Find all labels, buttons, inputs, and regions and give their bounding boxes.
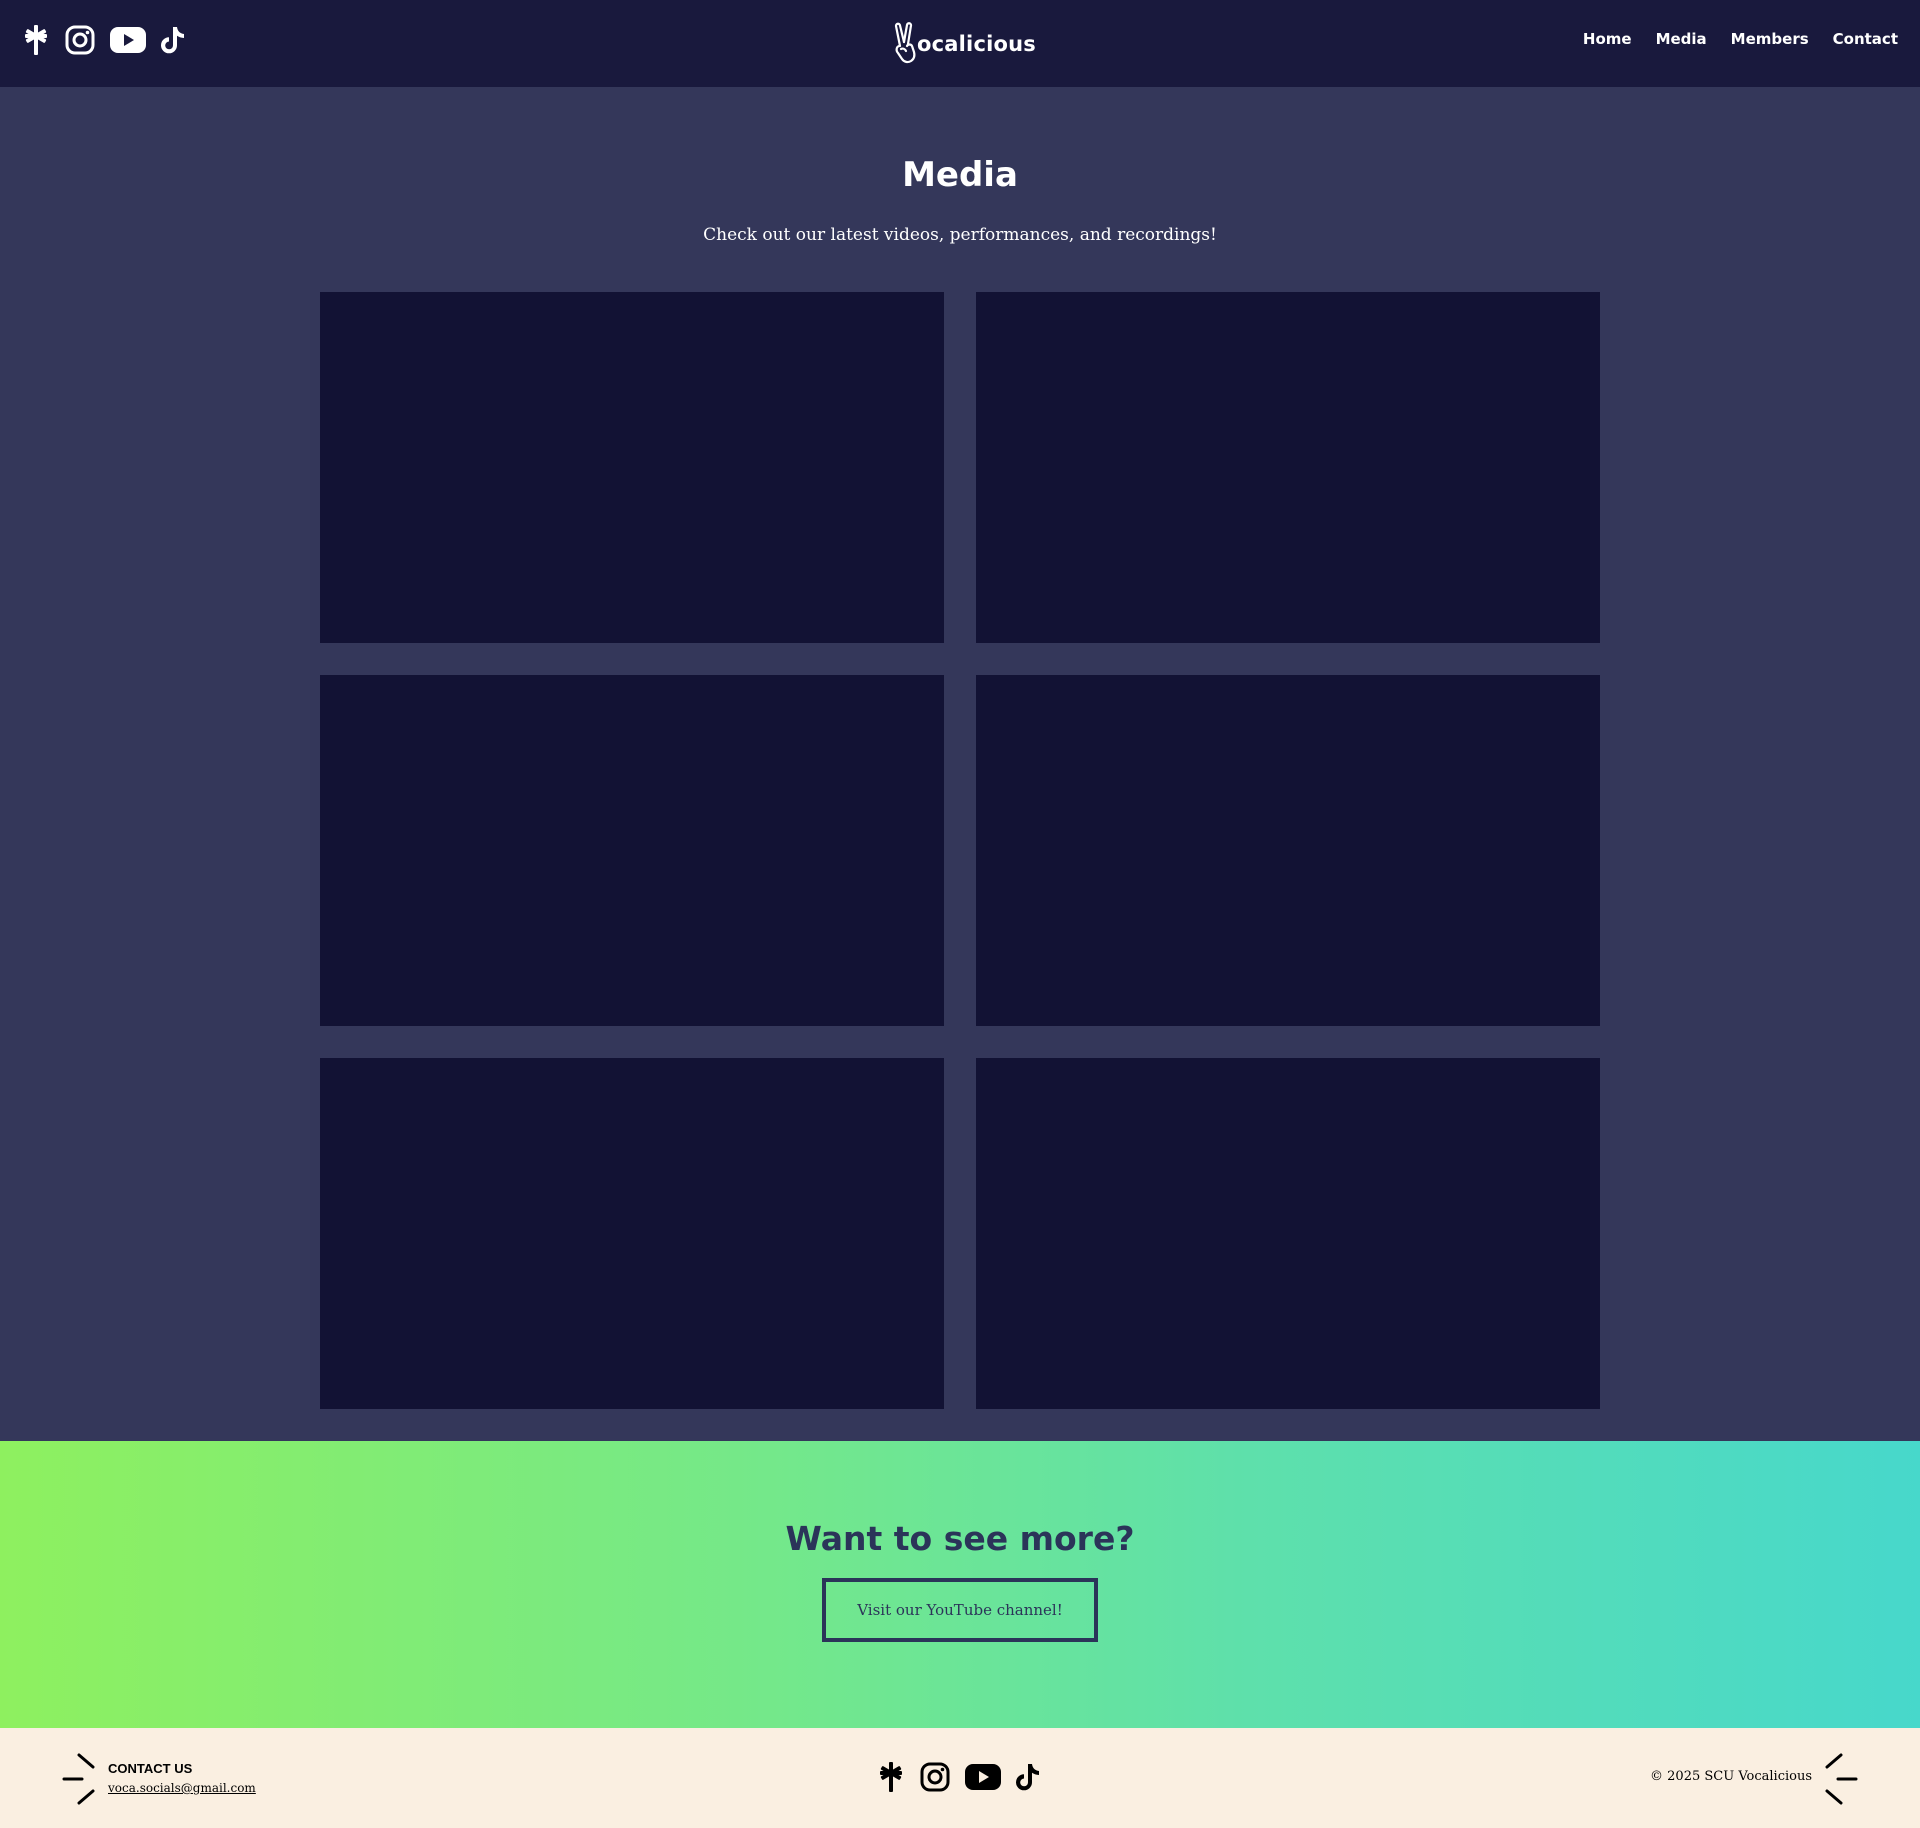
site-logo[interactable]: ocalicious: [893, 22, 1036, 64]
media-video-tile[interactable]: [320, 292, 944, 643]
main-nav: Home Media Members Contact: [1583, 30, 1898, 48]
media-video-tile[interactable]: [320, 675, 944, 1026]
nav-contact[interactable]: Contact: [1833, 30, 1898, 48]
youtube-icon: [965, 1764, 1001, 1790]
footer-social-links: [879, 1761, 1041, 1798]
site-footer: CONTACT US voca.socials@gmail.com © 2025…: [0, 1728, 1920, 1828]
linktree-link[interactable]: [879, 1761, 903, 1798]
instagram-icon: [65, 25, 95, 55]
linktree-icon: [25, 25, 47, 55]
logo-text: ocalicious: [917, 31, 1036, 56]
instagram-link[interactable]: [65, 25, 95, 60]
tiktok-link[interactable]: [160, 25, 186, 60]
media-video-tile[interactable]: [976, 675, 1600, 1026]
nav-members[interactable]: Members: [1731, 30, 1809, 48]
media-video-tile[interactable]: [320, 1058, 944, 1409]
cta-title: Want to see more?: [785, 1519, 1135, 1558]
contact-label: CONTACT US: [108, 1761, 193, 1776]
contact-email-link[interactable]: voca.socials@gmail.com: [108, 1781, 256, 1795]
linktree-link[interactable]: [24, 24, 48, 61]
tiktok-icon: [1016, 1764, 1039, 1791]
linktree-icon: [880, 1762, 902, 1792]
media-video-tile[interactable]: [976, 1058, 1600, 1409]
tiktok-link[interactable]: [1015, 1762, 1041, 1797]
site-header: ocalicious Home Media Members Contact: [0, 0, 1920, 87]
page-title: Media: [902, 155, 1018, 195]
youtube-link[interactable]: [110, 26, 146, 59]
burst-left-icon: [62, 1753, 95, 1805]
burst-right-icon: [1825, 1753, 1858, 1805]
copyright-text: © 2025 SCU Vocalicious: [1650, 1769, 1812, 1784]
media-grid: [320, 292, 1600, 1409]
media-video-tile[interactable]: [976, 292, 1600, 643]
cta-section: Want to see more? Visit our YouTube chan…: [0, 1441, 1920, 1728]
nav-home[interactable]: Home: [1583, 30, 1632, 48]
instagram-icon: [920, 1762, 950, 1792]
instagram-link[interactable]: [920, 1762, 950, 1797]
tiktok-icon: [161, 27, 184, 54]
youtube-link[interactable]: [965, 1763, 1001, 1796]
page-subtitle: Check out our latest videos, performance…: [703, 225, 1217, 245]
nav-media[interactable]: Media: [1656, 30, 1707, 48]
youtube-icon: [110, 27, 146, 53]
youtube-channel-button[interactable]: Visit our YouTube channel!: [822, 1578, 1098, 1642]
header-social-links: [24, 24, 186, 61]
